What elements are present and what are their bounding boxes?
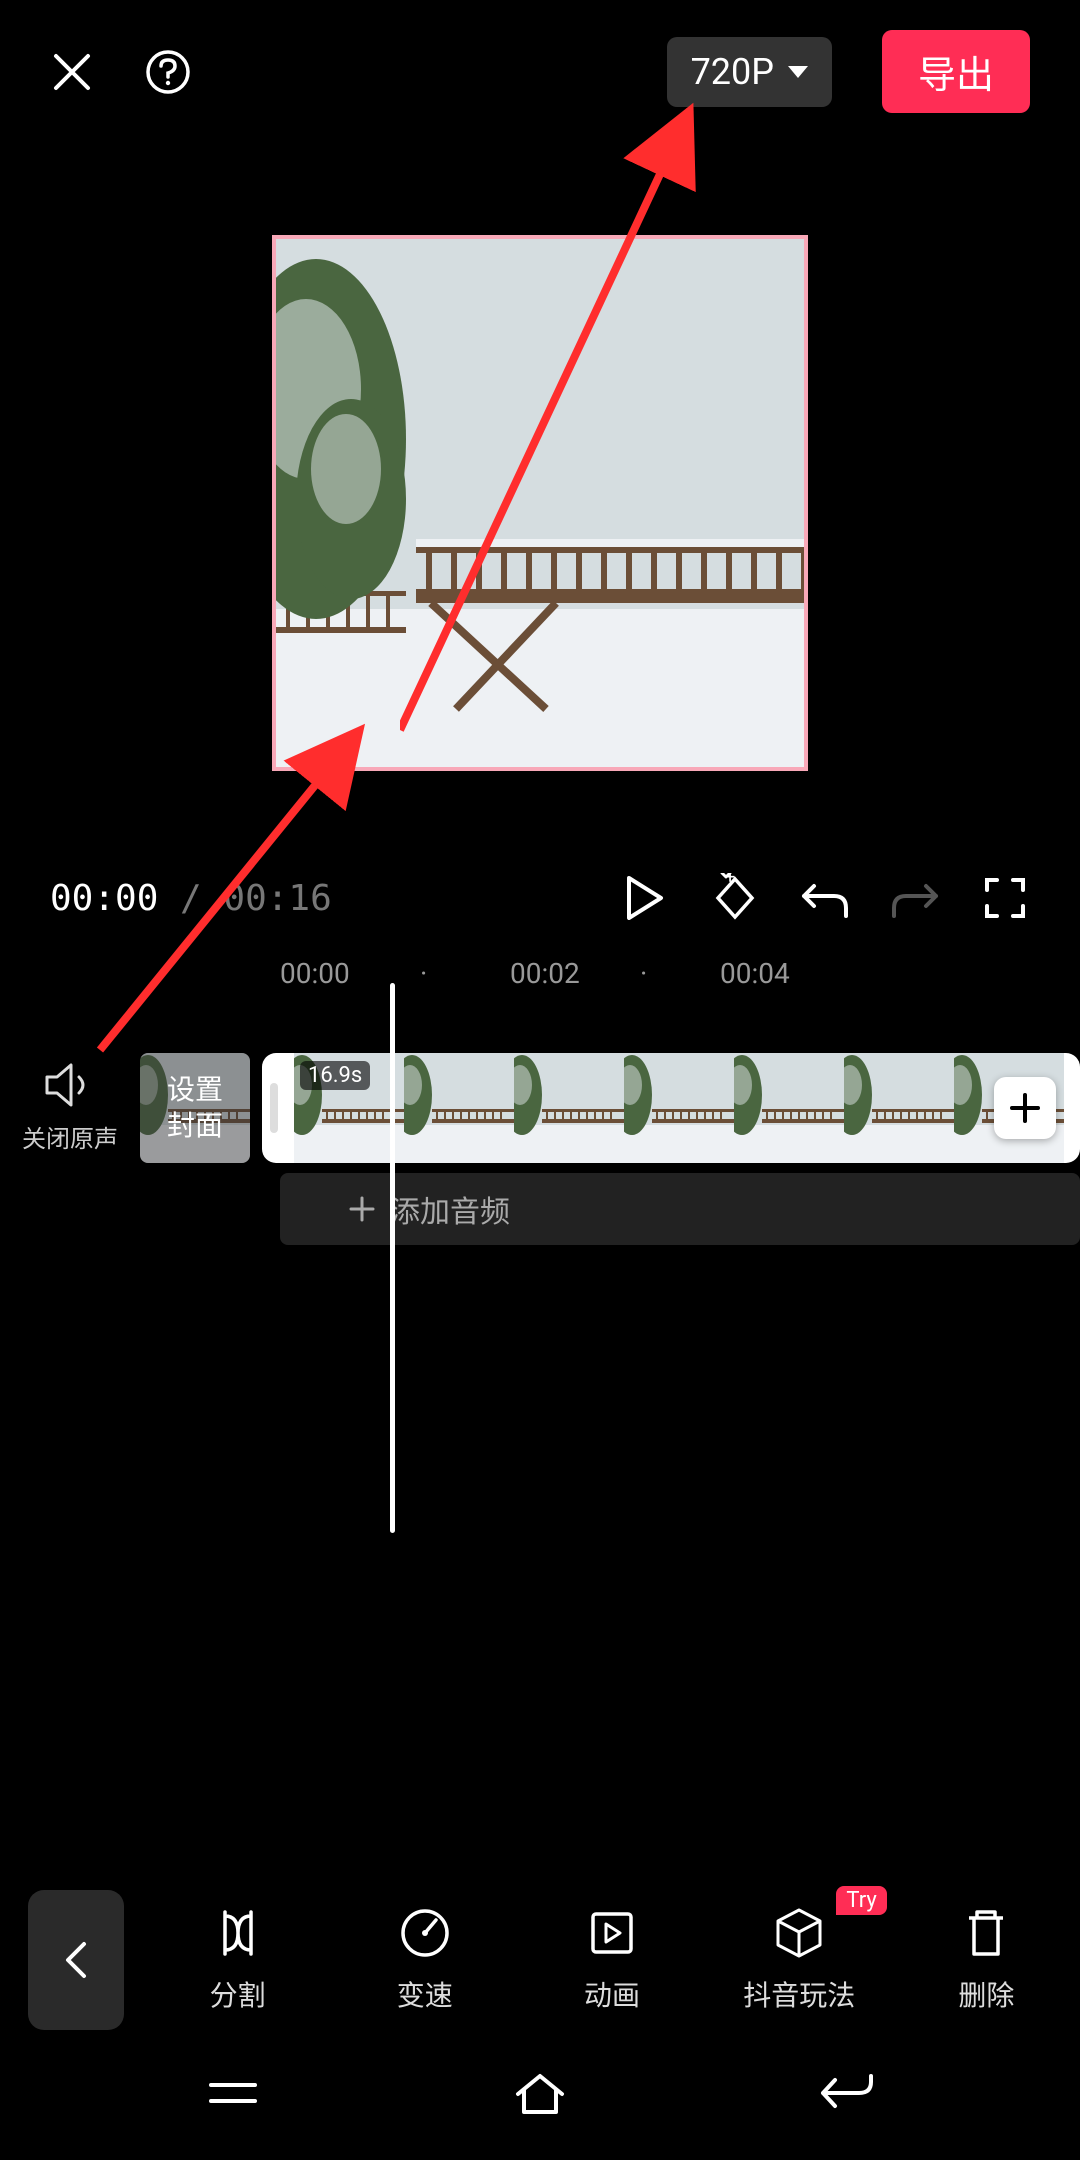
clip-thumb — [404, 1053, 514, 1163]
clip-duration-badge: 16.9s — [300, 1061, 370, 1090]
mute-label: 关闭原声 — [22, 1119, 118, 1154]
add-clip-button[interactable] — [994, 1077, 1056, 1139]
undo-button[interactable] — [800, 873, 850, 923]
current-time: 00:00 — [50, 878, 158, 919]
playhead[interactable] — [390, 983, 395, 1533]
fullscreen-icon — [983, 876, 1027, 920]
preview-image — [276, 239, 808, 771]
sys-back-button[interactable] — [817, 2070, 877, 2120]
redo-icon — [890, 876, 940, 920]
mute-button[interactable] — [45, 1063, 95, 1111]
tool-speed[interactable]: 变速 — [331, 1906, 518, 2014]
clip-thumb — [844, 1053, 954, 1163]
clip-thumbnails — [294, 1053, 1068, 1163]
play-icon — [625, 876, 665, 920]
add-audio-label: 添加音频 — [390, 1187, 510, 1231]
sys-back-icon — [817, 2070, 877, 2116]
total-time: 00:16 — [223, 878, 331, 919]
split-icon — [211, 1906, 265, 1960]
tool-douyin-effects[interactable]: Try 抖音玩法 — [706, 1906, 893, 2014]
animation-icon — [585, 1906, 639, 1960]
clip-handle-left[interactable] — [270, 1083, 278, 1133]
clip-thumb — [734, 1053, 844, 1163]
clip-thumb — [514, 1053, 624, 1163]
tool-split[interactable]: 分割 — [144, 1906, 331, 2014]
cube-icon — [772, 1906, 826, 1960]
svg-text:+: + — [725, 873, 735, 888]
time-display: 00:00 / 00:16 — [50, 878, 332, 919]
fullscreen-button[interactable] — [980, 873, 1030, 923]
speaker-icon — [45, 1063, 95, 1107]
preview-frame — [272, 235, 808, 771]
timeline-ruler[interactable]: 00:00 · 00:02 · 00:04 — [0, 953, 1080, 993]
sys-menu-button[interactable] — [203, 2073, 263, 2117]
menu-icon — [203, 2073, 263, 2113]
sys-home-button[interactable] — [510, 2068, 570, 2122]
undo-icon — [800, 876, 850, 920]
tool-delete[interactable]: 删除 — [893, 1906, 1080, 2014]
ruler-mark: 00:02 — [510, 957, 580, 990]
chevron-left-icon — [62, 1938, 90, 1982]
try-badge: Try — [836, 1886, 886, 1915]
speed-icon — [398, 1906, 452, 1960]
ruler-mark: · — [640, 957, 647, 990]
home-icon — [510, 2068, 570, 2118]
export-button[interactable]: 导出 — [882, 30, 1030, 113]
clip-thumb — [624, 1053, 734, 1163]
plus-icon — [348, 1195, 376, 1223]
ruler-mark: 00:00 — [280, 957, 350, 990]
play-button[interactable] — [620, 873, 670, 923]
redo-button[interactable] — [890, 873, 940, 923]
video-clip[interactable]: 16.9s — [262, 1053, 1080, 1163]
add-audio-button[interactable]: 添加音频 — [280, 1173, 1080, 1245]
ruler-mark: 00:04 — [720, 957, 790, 990]
set-cover-button[interactable]: 设置 封面 — [140, 1053, 250, 1163]
help-icon — [144, 48, 192, 96]
close-icon — [50, 50, 94, 94]
resolution-selector[interactable]: 720P — [667, 37, 832, 107]
tool-animation[interactable]: 动画 — [518, 1906, 705, 2014]
close-button[interactable] — [50, 50, 94, 94]
keyframe-button[interactable]: + — [710, 873, 760, 923]
trash-icon — [959, 1906, 1013, 1960]
help-button[interactable] — [144, 48, 192, 96]
keyframe-icon: + — [710, 873, 760, 923]
ruler-mark: · — [420, 957, 427, 990]
back-button[interactable] — [28, 1890, 124, 2030]
resolution-value: 720P — [691, 51, 774, 93]
preview-canvas[interactable] — [76, 163, 1004, 843]
plus-icon — [1008, 1091, 1042, 1125]
